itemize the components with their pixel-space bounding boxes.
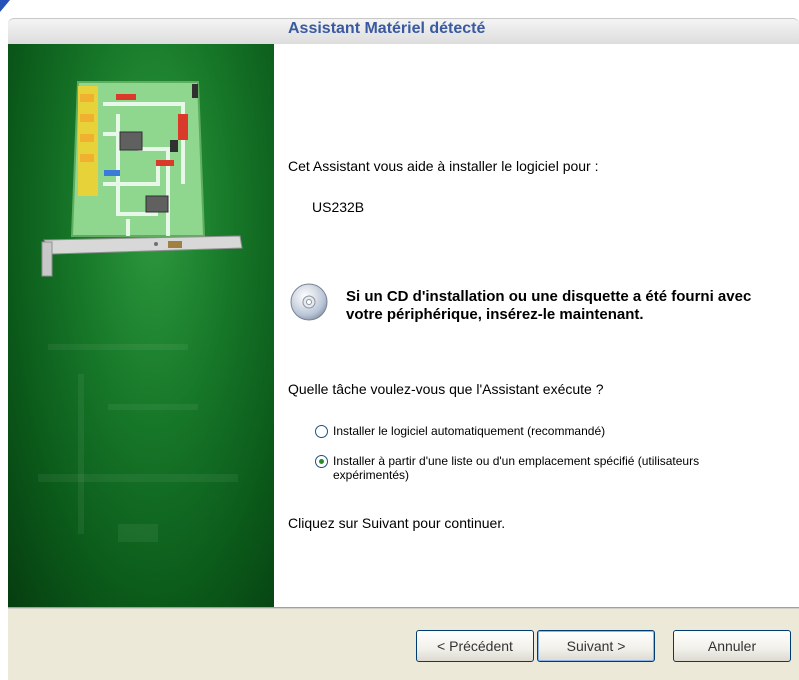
option-auto-install[interactable]: Installer le logiciel automatiquement (r… [315,424,605,438]
wizard-banner-image [8,44,274,607]
option-label: Installer le logiciel automatiquement (r… [333,424,606,438]
title-bar[interactable]: Assistant Matériel détecté [0,0,799,45]
next-button[interactable]: Suivant > [537,630,655,662]
back-button[interactable]: < Précédent [416,630,534,662]
cd-icon [290,283,328,321]
expansion-card-icon [41,81,243,277]
continue-hint: Cliquez sur Suivant pour continuer. [288,515,506,531]
option-label: Installer à partir d'une liste ou d'un e… [333,454,700,482]
intro-text: Cet Assistant vous aide à installer le l… [288,158,599,174]
cd-instruction: Si un CD d'installation ou une disquette… [346,288,752,323]
window-title: Assistant Matériel détecté [288,20,486,37]
window-corner-accent [0,0,10,12]
device-name: US232B [312,199,365,215]
task-question: Quelle tâche voulez-vous que l'Assistant… [288,381,604,397]
radio-button[interactable] [315,425,328,438]
radio-button-selected[interactable] [315,455,328,468]
option-manual-install[interactable]: Installer à partir d'une liste ou d'un e… [315,454,735,482]
cancel-button[interactable]: Annuler [673,630,791,662]
